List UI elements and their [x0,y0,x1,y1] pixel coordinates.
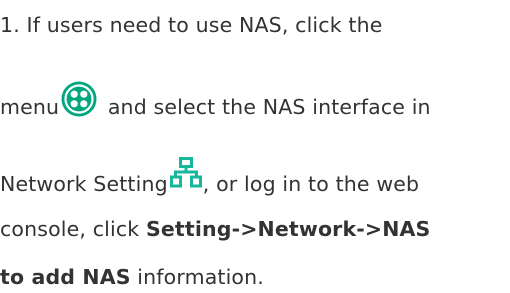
instruction-document: 1. If users need to use NAS, click the m… [0,0,510,293]
instruction-line-3: Network Setting , or log in to the web [0,157,420,201]
instruction-line-2: menu and select the NAS interface in [0,81,431,127]
instruction-text: console, click [0,217,146,241]
network-setting-label: Network Setting [0,172,168,196]
menu-label: menu [0,95,60,119]
menu-icon[interactable] [60,80,98,118]
instruction-line-5: to add NAS information. [0,265,264,289]
instruction-text: , or log in to the web [202,172,420,196]
instruction-line-4: console, click Setting->Network->NAS [0,217,430,241]
instruction-text: information. [130,265,264,289]
instruction-line-1: 1. If users need to use NAS, click the [0,13,382,37]
instruction-text: and select the NAS interface in [101,95,431,119]
setting-network-nas-path: Setting->Network->NAS [145,217,431,241]
network-setting-icon[interactable] [169,157,202,189]
instruction-text: 1. If users need to use NAS, click the [0,13,383,37]
add-nas-text: to add NAS [0,265,131,289]
